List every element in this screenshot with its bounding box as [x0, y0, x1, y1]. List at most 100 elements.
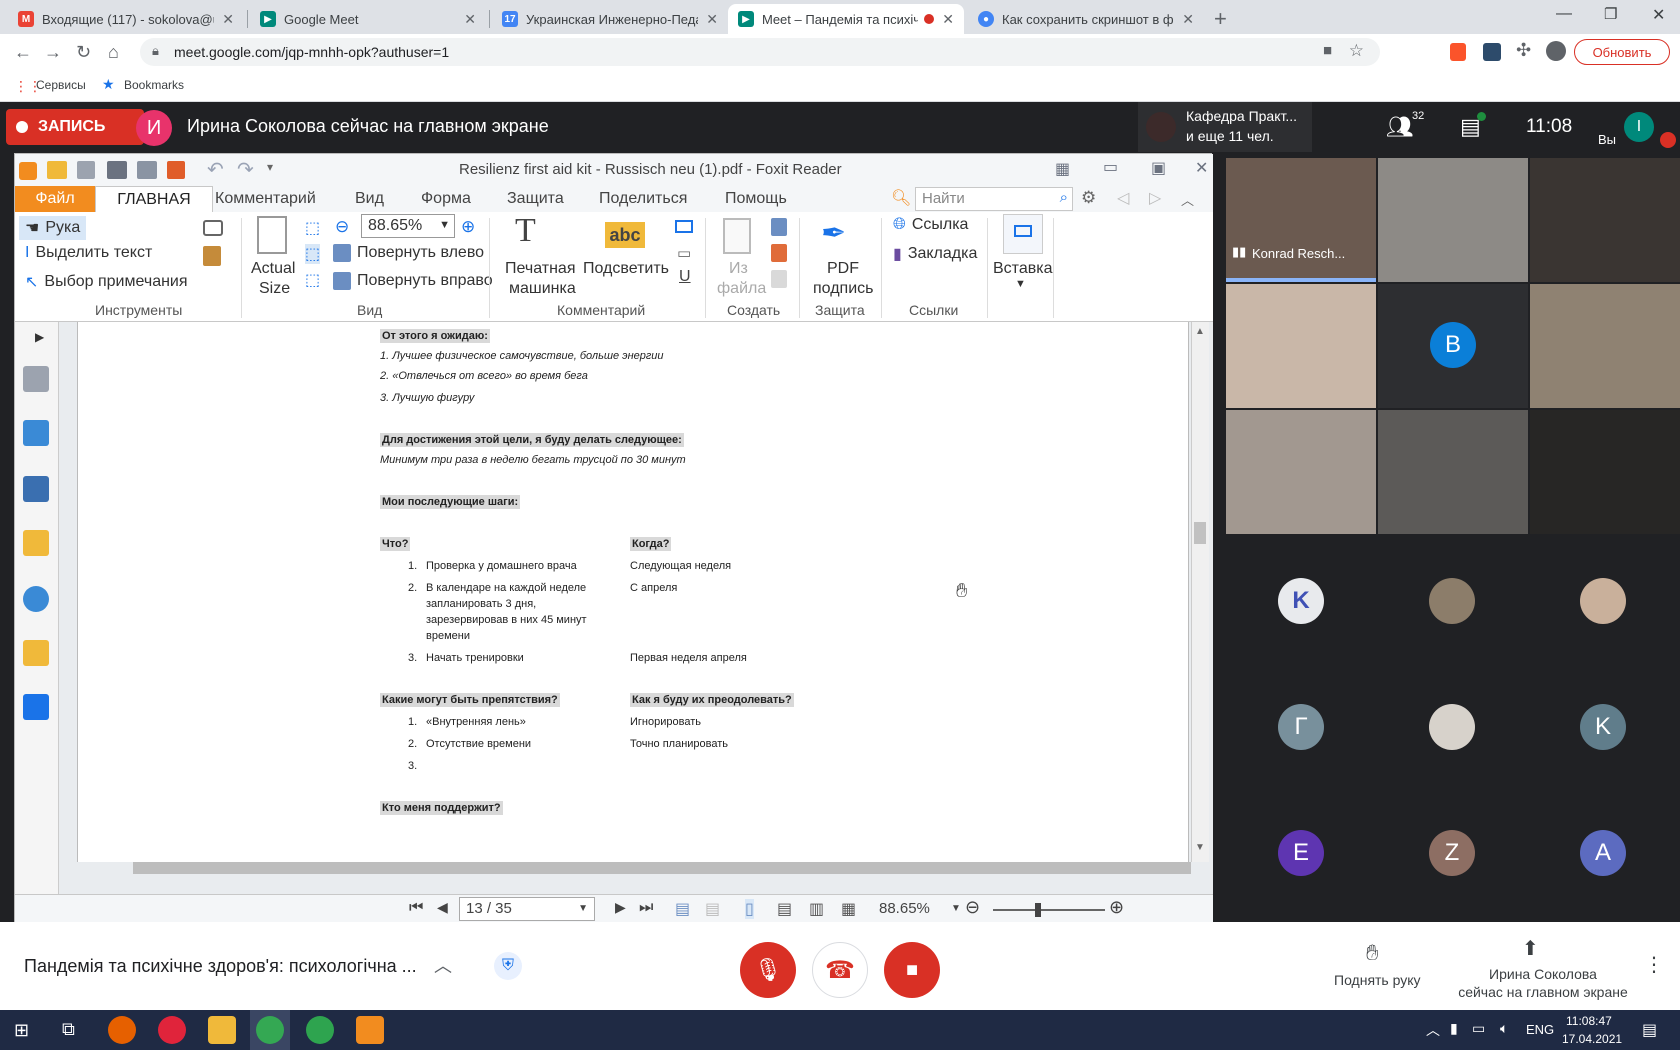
camera-icon[interactable]: ■ — [1323, 42, 1332, 59]
hand-tool-button[interactable]: ☚ Рука — [19, 216, 87, 240]
chevron-up-icon[interactable]: ︿ — [434, 952, 452, 978]
tab-view[interactable]: Вид — [355, 190, 384, 208]
puzzle-icon[interactable]: ✣ — [1516, 40, 1531, 61]
next-view-icon[interactable]: ▤ — [705, 899, 720, 919]
single-page-icon[interactable]: ▯ — [745, 899, 754, 919]
video-tile[interactable] — [1378, 158, 1528, 282]
tray-chevron-icon[interactable]: ︿ — [1426, 1020, 1440, 1040]
create-scan-icon[interactable] — [771, 244, 787, 262]
continuous-facing-icon[interactable]: ▦ — [841, 899, 856, 919]
tab-gmail[interactable]: M Входящие (117) - sokolova@uipa... ✕ — [8, 4, 244, 34]
last-page-icon[interactable]: ⏭ — [639, 899, 653, 917]
tab-file[interactable]: Файл — [15, 186, 95, 212]
scroll-thumb[interactable] — [1194, 522, 1206, 544]
video-tile[interactable] — [1530, 284, 1680, 408]
scroll-down-icon[interactable]: ▼ — [1195, 842, 1205, 853]
create-clipboard-icon[interactable] — [771, 270, 787, 288]
participant-avatar[interactable]: Г — [1278, 704, 1324, 750]
collapse-ribbon-icon[interactable]: ︿ — [1181, 190, 1194, 209]
utorrent-icon[interactable] — [306, 1016, 334, 1044]
create-blank-icon[interactable] — [771, 218, 787, 236]
firefox-icon[interactable] — [108, 1016, 136, 1044]
select-annotation-button[interactable]: ↖ Выбор примечания — [25, 272, 188, 292]
forward-icon[interactable]: → — [44, 42, 62, 63]
people-icon[interactable]: 👥︎ — [1386, 114, 1414, 140]
video-tile[interactable] — [1530, 158, 1680, 282]
signature-icon[interactable] — [23, 694, 49, 720]
save-icon[interactable] — [77, 161, 95, 179]
fx-maximize-icon[interactable]: ▣ — [1151, 158, 1166, 178]
chevron-down-icon[interactable]: ▼ — [951, 903, 961, 914]
foxit-taskbar-icon[interactable] — [356, 1016, 384, 1044]
mic-toggle-button[interactable]: 🎙︎ — [740, 942, 796, 998]
actual-size-icon[interactable] — [257, 216, 287, 254]
tab-share[interactable]: Поделиться — [599, 190, 687, 208]
participant-avatar[interactable]: A — [1580, 830, 1626, 876]
close-icon[interactable]: ✕ — [942, 11, 954, 28]
language-indicator[interactable]: ENG — [1526, 1022, 1554, 1037]
rotate-left-button[interactable]: Повернуть влево — [333, 244, 484, 262]
customize-icon[interactable]: ▾ — [267, 160, 273, 174]
next-result-icon[interactable]: ▷ — [1149, 188, 1161, 208]
expand-panel-icon[interactable]: ▶ — [35, 330, 44, 344]
chrome-icon[interactable] — [256, 1016, 284, 1044]
tab-protect[interactable]: Защита — [507, 190, 564, 208]
tab-form[interactable]: Форма — [421, 190, 471, 208]
zoom-out-icon[interactable]: ⊖ — [335, 217, 349, 237]
select-text-button[interactable]: I Выделить текст — [25, 244, 152, 262]
shield-icon[interactable]: ⛨ — [494, 952, 522, 980]
first-page-icon[interactable]: ⏮ — [409, 899, 423, 917]
back-icon[interactable]: ← — [14, 42, 32, 63]
hand-icon[interactable]: ✋︎ — [1366, 940, 1379, 966]
search-tools-icon[interactable]: 🔍︎ — [891, 188, 911, 208]
scroll-up-icon[interactable]: ▲ — [1195, 326, 1205, 337]
search-icon[interactable]: ⌕ — [1060, 189, 1068, 206]
fit-width-icon[interactable]: ⬚ — [305, 244, 321, 264]
clipboard-icon[interactable] — [203, 246, 221, 266]
continuous-icon[interactable]: ▤ — [777, 899, 792, 919]
attachment-icon[interactable] — [23, 586, 49, 612]
self-avatar[interactable]: I — [1624, 112, 1654, 142]
tray-mic-icon[interactable]: ▮ — [1450, 1020, 1458, 1037]
insert-icon[interactable] — [1003, 214, 1043, 254]
fit-page-icon[interactable]: ⬚ — [305, 218, 320, 238]
fit-visible-icon[interactable]: ⬚ — [305, 270, 320, 290]
print-icon[interactable] — [107, 161, 127, 179]
fx-close-icon[interactable]: ✕ — [1195, 158, 1208, 178]
tab-screenshot-howto[interactable]: ● Как сохранить скриншот в файл... ✕ — [968, 4, 1204, 34]
maximize-icon[interactable]: ❐ — [1604, 5, 1617, 23]
snapshot-icon[interactable] — [203, 220, 223, 236]
bookmark-button[interactable]: ▮ Закладка — [893, 244, 977, 264]
zoom-slider-thumb[interactable] — [1035, 903, 1041, 917]
zoom-select[interactable]: 88.65% ▼ — [361, 214, 455, 238]
participant-avatar[interactable]: K — [1580, 704, 1626, 750]
minimize-icon[interactable]: — — [1556, 5, 1572, 23]
next-page-icon[interactable]: ▶ — [615, 899, 626, 916]
settings-icon[interactable]: ⚙ — [1081, 188, 1096, 208]
comments-icon[interactable] — [23, 530, 49, 556]
stack-icon[interactable] — [23, 476, 49, 502]
video-tile[interactable] — [1530, 410, 1680, 534]
scan-icon[interactable] — [137, 161, 157, 179]
notifications-icon[interactable]: ▤ — [1642, 1020, 1657, 1040]
windows-start-icon[interactable]: ⊞ — [14, 1020, 29, 1041]
participant-avatar[interactable]: E — [1278, 830, 1324, 876]
present-icon[interactable]: ⬆ — [1522, 936, 1539, 961]
from-file-icon[interactable] — [723, 218, 751, 254]
participant-avatar[interactable]: K — [1278, 578, 1324, 624]
highlight-icon[interactable]: abc — [605, 222, 645, 248]
undo-icon[interactable]: ↶ — [207, 157, 224, 182]
pdf-sign-icon[interactable]: ✒ — [821, 216, 846, 251]
tray-volume-icon[interactable]: 🔈︎ — [1500, 1020, 1508, 1037]
tab-help[interactable]: Помощь — [725, 190, 787, 208]
zoom-slider[interactable] — [993, 909, 1105, 911]
close-icon[interactable]: ✕ — [464, 11, 476, 28]
zoom-out-icon[interactable]: ⊖ — [965, 897, 980, 918]
video-tile[interactable] — [1378, 410, 1528, 534]
redo-icon[interactable]: ↷ — [237, 157, 254, 182]
facing-icon[interactable]: ▥ — [809, 899, 824, 919]
profile-icon[interactable] — [1546, 41, 1566, 61]
page-number-input[interactable]: 13 / 35 ▼ — [459, 897, 595, 921]
prev-result-icon[interactable]: ◁ — [1117, 188, 1129, 208]
pages-icon[interactable] — [23, 366, 49, 392]
